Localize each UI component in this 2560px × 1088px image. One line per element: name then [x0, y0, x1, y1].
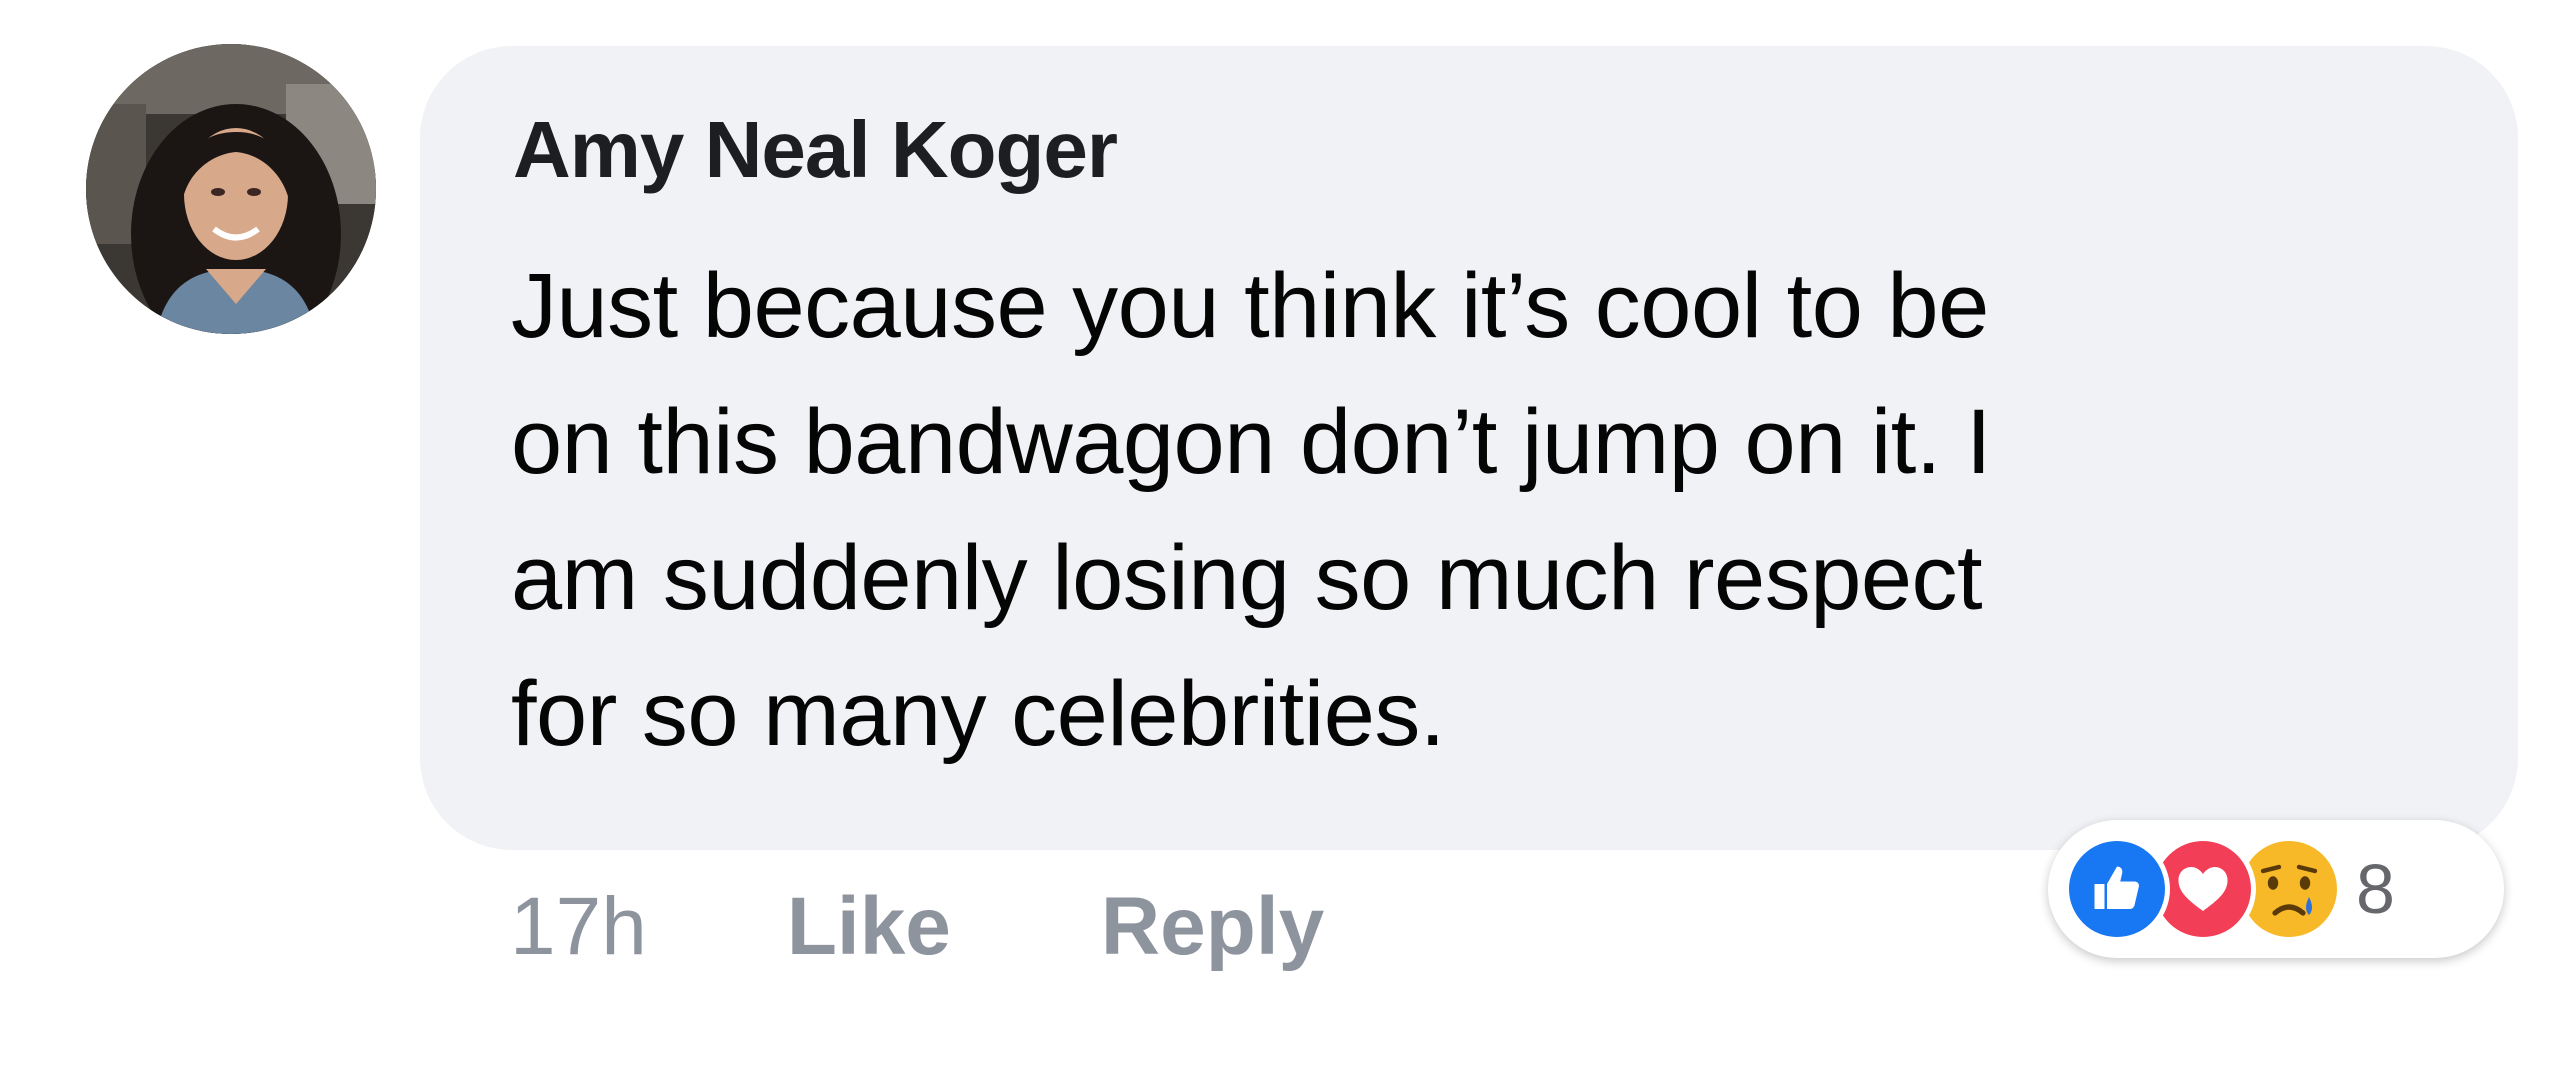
comment-text-line: for so many celebrities.	[511, 663, 1445, 765]
like-button[interactable]: Like	[787, 880, 951, 974]
reaction-count: 8	[2356, 850, 2395, 928]
avatar[interactable]	[86, 44, 376, 334]
comment: Amy Neal Koger Just because you think it…	[0, 0, 2560, 1088]
reactions-summary[interactable]: 8	[2048, 820, 2504, 958]
comment-text-line: am suddenly losing so much respect	[511, 527, 1983, 629]
comment-text-line: on this bandwagon don’t jump on it. I	[511, 391, 1992, 493]
profile-photo	[86, 44, 376, 334]
comment-text-line: Just because you think it’s cool to be	[511, 255, 1989, 357]
reply-button[interactable]: Reply	[1101, 880, 1324, 974]
author-name[interactable]: Amy Neal Koger	[513, 104, 1118, 196]
comment-actions: 17h Like Reply	[510, 872, 1474, 982]
comment-text: Just because you think it’s cool to be o…	[511, 238, 2471, 782]
like-icon	[2064, 836, 2170, 942]
timestamp[interactable]: 17h	[510, 880, 647, 974]
